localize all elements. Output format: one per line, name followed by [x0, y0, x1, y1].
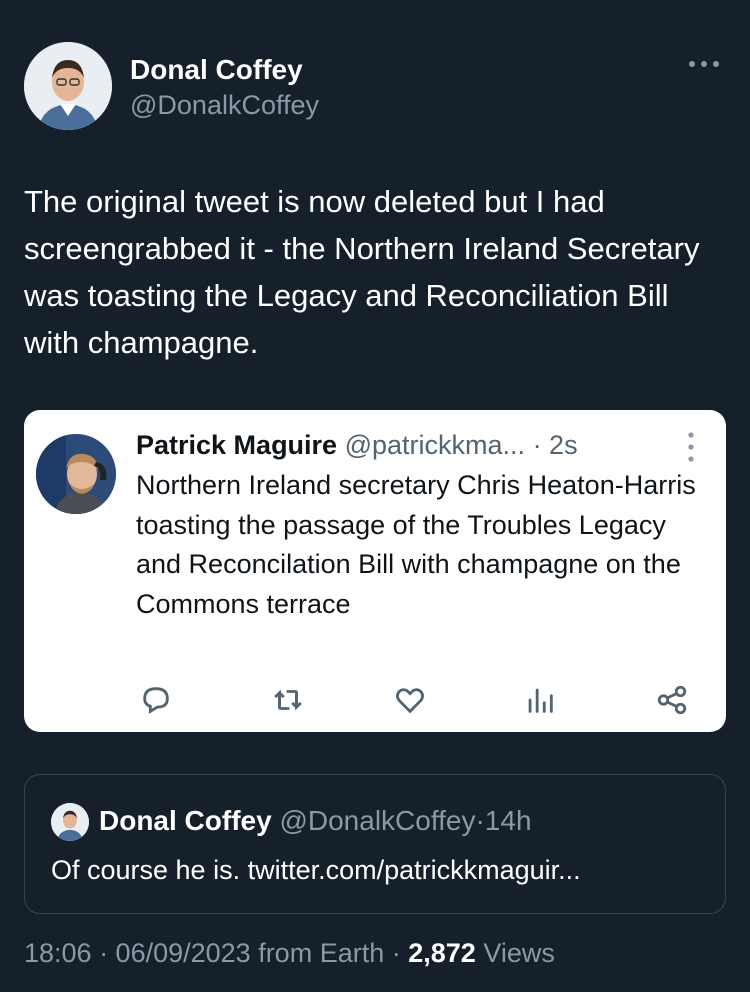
- quoted-tweet-text: Of course he is. twitter.com/patrickkmag…: [51, 855, 581, 885]
- quoted-tweet[interactable]: Donal Coffey @DonalkCoffey·14h Of course…: [24, 774, 726, 914]
- quoted-author-avatar: [51, 803, 89, 841]
- embedded-tweet-text: Northern Ireland secretary Chris Heaton-…: [136, 470, 696, 619]
- retweet-icon: [268, 680, 308, 720]
- tweet-meta: 18:06 · 06/09/2023 from Earth · 2,872 Vi…: [24, 938, 555, 969]
- share-icon: [652, 680, 692, 720]
- tweet-text: The original tweet is now deleted but I …: [24, 184, 700, 360]
- quoted-author-handle: @DonalkCoffey: [279, 805, 476, 836]
- embedded-action-bar: [24, 680, 726, 720]
- like-icon: [390, 680, 430, 720]
- quoted-author-name: Donal Coffey: [99, 805, 272, 836]
- embedded-author-name: Patrick Maguire: [136, 430, 338, 460]
- embedded-tweet-image[interactable]: Patrick Maguire @patrickkma... · 2s Nort…: [24, 410, 726, 732]
- embedded-more-icon: [686, 430, 696, 464]
- views-label: Views: [483, 938, 555, 968]
- embedded-author-handle: @patrickkma...: [344, 430, 526, 460]
- more-options-icon[interactable]: [686, 52, 726, 76]
- quoted-tweet-header: Donal Coffey @DonalkCoffey·14h: [99, 805, 532, 837]
- tweet-author-header: Donal Coffey @DonalkCoffey: [24, 42, 726, 132]
- author-avatar[interactable]: [24, 42, 112, 130]
- embedded-author-avatar: [36, 434, 116, 514]
- author-name[interactable]: Donal Coffey: [130, 54, 303, 86]
- reply-icon: [136, 680, 176, 720]
- quoted-timestamp: ·14h: [475, 805, 532, 836]
- embedded-tweet-header: Patrick Maguire @patrickkma... · 2s: [136, 430, 578, 461]
- tweet-timestamp[interactable]: 18:06 · 06/09/2023 from Earth ·: [24, 938, 401, 968]
- author-handle[interactable]: @DonalkCoffey: [130, 90, 319, 121]
- views-icon: [520, 680, 560, 720]
- views-count: 2,872: [408, 938, 476, 968]
- embedded-timestamp: · 2s: [532, 430, 578, 460]
